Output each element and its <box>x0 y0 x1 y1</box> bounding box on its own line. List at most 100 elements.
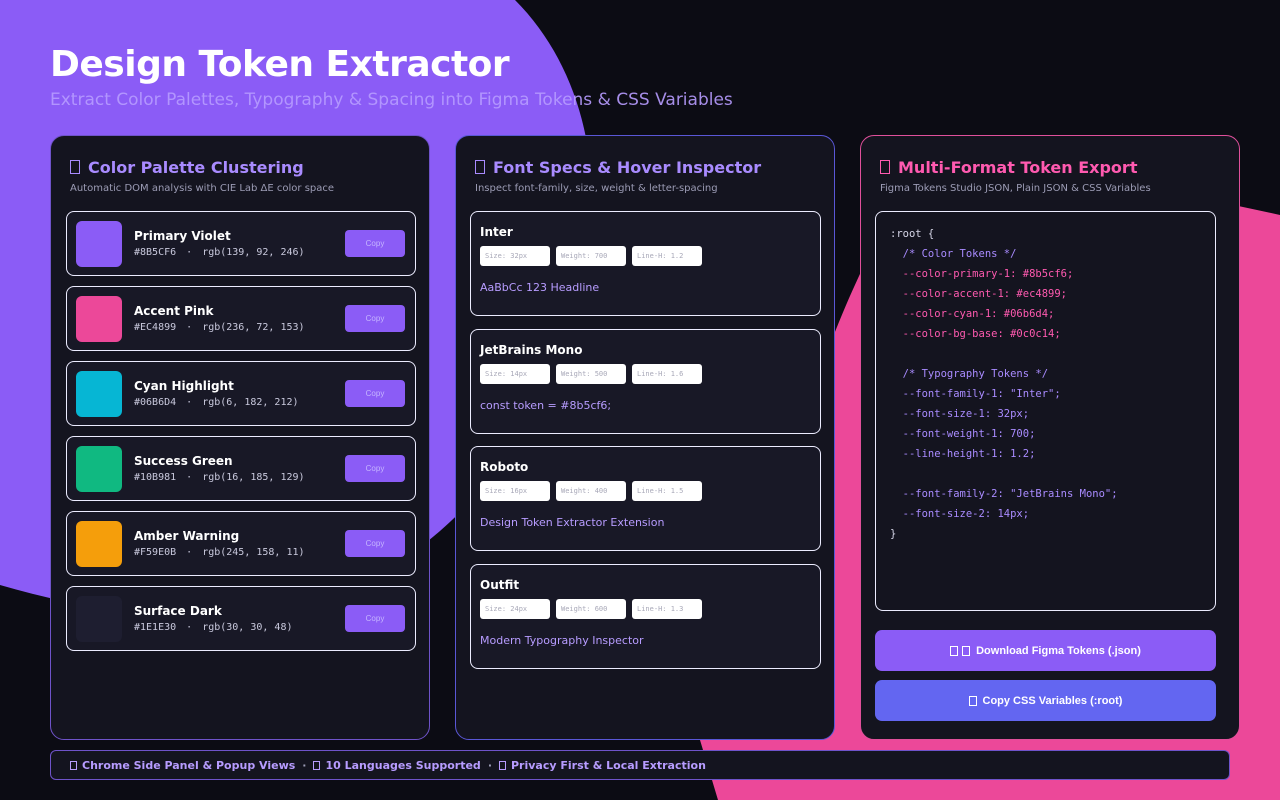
copy-color-button[interactable]: Copy <box>345 605 405 632</box>
color-swatch[interactable] <box>76 295 122 342</box>
color-card[interactable]: Surface Dark #1E1E30 · rgb(30, 30, 48) Cop… <box>66 586 416 651</box>
code-line: /* Typography Tokens */ <box>890 368 1049 380</box>
color-swatch[interactable] <box>76 370 122 417</box>
font-family-name: JetBrains Mono <box>480 342 583 357</box>
code-line: --font-size-1: 32px; <box>890 408 1030 420</box>
font-spec-row: Size: 14px Weight: 500 Line-H: 1.6 <box>480 363 811 384</box>
export-panel-title: Multi-Format Token Export <box>898 157 1138 177</box>
font-card[interactable]: Inter Size: 32px Weight: 700 Line-H: 1.2… <box>470 211 821 316</box>
color-swatch[interactable] <box>76 220 122 267</box>
code-line: --font-family-2: "JetBrains Mono"; <box>890 488 1118 500</box>
code-line: :root { <box>890 228 935 240</box>
code-line: --color-bg-base: #0c0c14; <box>890 328 1061 340</box>
color-rgb: rgb(6, 182, 212) <box>202 397 299 408</box>
font-panel-header: Font Specs & Hover Inspector <box>475 156 815 178</box>
font-size-chip: Size: 14px <box>480 363 550 384</box>
text-icon <box>475 160 485 174</box>
color-info: Amber Warning #F59E0B · rgb(245, 158, 11) <box>134 529 345 558</box>
color-rgb: rgb(245, 158, 11) <box>202 547 305 558</box>
color-swatch[interactable] <box>76 520 122 567</box>
font-size-chip: Size: 16px <box>480 481 550 501</box>
copy-label: Copy <box>365 464 385 473</box>
token-export-panel: Multi-Format Token Export Figma Tokens S… <box>860 135 1240 740</box>
font-size-chip: Size: 24px <box>480 598 550 619</box>
copy-label: Copy <box>365 314 385 323</box>
color-panel-title: Color Palette Clustering <box>88 157 304 177</box>
page-subtitle: Extract Color Palettes, Typography & Spa… <box>50 90 733 110</box>
color-card[interactable]: Accent Pink #EC4899 · rgb(236, 72, 153) Co… <box>66 286 416 351</box>
copy-label: Copy <box>365 239 385 248</box>
color-card[interactable]: Amber Warning #F59E0B · rgb(245, 158, 11) … <box>66 511 416 576</box>
font-card[interactable]: Outfit Size: 24px Weight: 600 Line-H: 1.… <box>470 563 821 669</box>
font-card[interactable]: JetBrains Mono Size: 14px Weight: 500 Li… <box>470 328 821 434</box>
color-card[interactable]: Success Green #10B981 · rgb(16, 185, 129) … <box>66 436 416 501</box>
color-swatch[interactable] <box>76 595 122 642</box>
code-line: --line-height-1: 1.2; <box>890 448 1036 460</box>
lock-icon <box>499 760 506 770</box>
code-line: --font-weight-1: 700; <box>890 428 1036 440</box>
copy-color-button[interactable]: Copy <box>345 380 405 407</box>
color-hex: #F59E0B <box>134 547 177 558</box>
code-line: --color-primary-1: #8b5cf6; <box>890 268 1074 280</box>
color-name: Amber Warning <box>134 529 240 543</box>
font-list: Inter Size: 32px Weight: 700 Line-H: 1.2… <box>470 211 821 681</box>
copy-color-button[interactable]: Copy <box>345 230 405 257</box>
font-weight-chip: Weight: 700 <box>556 246 626 266</box>
color-values: #1E1E30 · rgb(30, 30, 48) <box>134 622 293 633</box>
color-swatch[interactable] <box>76 445 122 492</box>
color-values: #EC4899 · rgb(236, 72, 153) <box>134 322 305 333</box>
color-values: #06B6D4 · rgb(6, 182, 212) <box>134 397 299 408</box>
color-hex: #1E1E30 <box>134 622 177 633</box>
font-sample-text: Modern Typography Inspector <box>480 633 644 647</box>
color-rgb: rgb(139, 92, 246) <box>202 247 305 258</box>
color-rgb: rgb(236, 72, 153) <box>202 322 305 333</box>
copy-color-button[interactable]: Copy <box>345 530 405 557</box>
color-info: Primary Violet #8B5CF6 · rgb(139, 92, 246) <box>134 229 345 258</box>
color-values: #10B981 · rgb(16, 185, 129) <box>134 472 305 483</box>
code-line: } <box>890 528 897 540</box>
color-card[interactable]: Primary Violet #8B5CF6 · rgb(139, 92, 246)… <box>66 211 416 276</box>
copy-color-button[interactable]: Copy <box>345 305 405 332</box>
download-figma-tokens-button[interactable]: Download Figma Tokens (.json) <box>875 630 1216 671</box>
clipboard-icon-secondary <box>962 645 971 656</box>
font-sample-text: const token = #8b5cf6; <box>480 398 612 412</box>
color-palette-panel: Color Palette Clustering Automatic DOM a… <box>50 135 430 740</box>
font-family-name: Roboto <box>480 460 529 474</box>
copy-css-variables-button[interactable]: Copy CSS Variables (:root) <box>875 680 1216 721</box>
color-hex: #8B5CF6 <box>134 247 177 258</box>
page-title: Design Token Extractor <box>50 44 510 85</box>
font-weight-chip: Weight: 500 <box>556 363 626 384</box>
color-info: Surface Dark #1E1E30 · rgb(30, 30, 48) <box>134 604 345 633</box>
chrome-icon <box>70 760 77 770</box>
color-list: Primary Violet #8B5CF6 · rgb(139, 92, 246)… <box>66 211 416 661</box>
font-sample-text: AaBbCc 123 Headline <box>480 281 600 294</box>
font-spec-row: Size: 24px Weight: 600 Line-H: 1.3 <box>480 598 811 619</box>
export-panel-subtitle: Figma Tokens Studio JSON, Plain JSON & C… <box>880 183 1151 194</box>
color-rgb: rgb(16, 185, 129) <box>202 472 305 483</box>
color-values: #F59E0B · rgb(245, 158, 11) <box>134 547 305 558</box>
color-values: #8B5CF6 · rgb(139, 92, 246) <box>134 247 305 258</box>
font-card[interactable]: Roboto Size: 16px Weight: 400 Line-H: 1.… <box>470 446 821 551</box>
feature-footer-bar: Chrome Side Panel & Popup Views · 10 Lan… <box>50 750 1230 780</box>
export-panel-header: Multi-Format Token Export <box>880 156 1220 178</box>
color-card[interactable]: Cyan Highlight #06B6D4 · rgb(6, 182, 212) … <box>66 361 416 426</box>
font-spec-row: Size: 16px Weight: 400 Line-H: 1.5 <box>480 481 811 501</box>
color-name: Primary Violet <box>134 229 231 243</box>
export-icon <box>880 160 890 174</box>
font-size-chip: Size: 32px <box>480 246 550 266</box>
css-code-preview[interactable]: :root { /* Color Tokens */ --color-prima… <box>875 211 1216 611</box>
copy-color-button[interactable]: Copy <box>345 455 405 482</box>
code-line: --color-cyan-1: #06b6d4; <box>890 308 1055 320</box>
code-line: --font-size-2: 14px; <box>890 508 1030 520</box>
footer-item-side-panel: Chrome Side Panel & Popup Views <box>82 758 296 772</box>
download-label: Download Figma Tokens (.json) <box>976 644 1141 657</box>
color-hex: #EC4899 <box>134 322 177 333</box>
copy-css-label: Copy CSS Variables (:root) <box>982 694 1123 707</box>
line-height-chip: Line-H: 1.3 <box>632 598 702 619</box>
clipboard-icon <box>968 695 977 706</box>
line-height-chip: Line-H: 1.2 <box>632 246 702 266</box>
color-name: Accent Pink <box>134 304 214 318</box>
footer-separator: · <box>487 758 492 772</box>
footer-item-languages: 10 Languages Supported <box>325 758 481 772</box>
